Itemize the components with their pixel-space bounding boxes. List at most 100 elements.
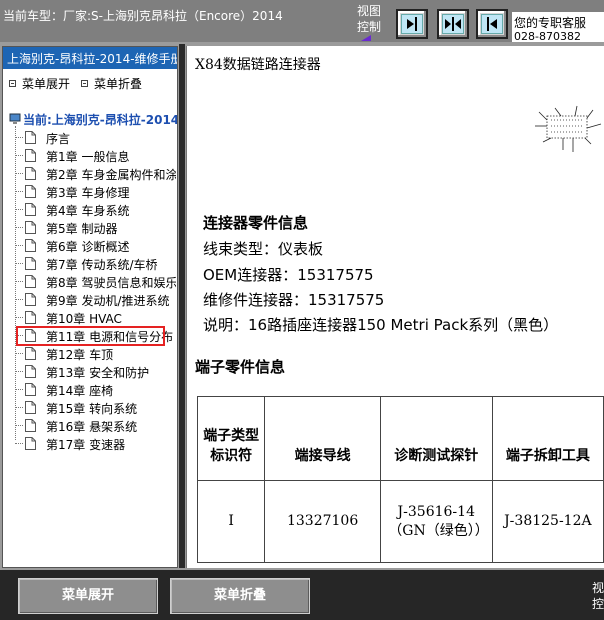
sidebar-item-label: 序言 [46, 132, 71, 146]
tree-connector [15, 371, 23, 372]
document-icon [25, 149, 36, 162]
menu-expand-button[interactable]: 菜单展开 [18, 578, 158, 614]
document-icon [25, 239, 36, 252]
customer-service-box: 您的专职客服 028-870382 [512, 12, 604, 42]
service-title: 您的专职客服 [514, 16, 587, 30]
tree-connector [15, 263, 23, 264]
service-phone: 028-870382 [514, 30, 581, 42]
collapse-box-icon [81, 80, 88, 87]
tree-connector [15, 425, 23, 426]
view-split-button[interactable] [437, 9, 469, 39]
sidebar-item-label: 第17章 变速器 [46, 438, 126, 452]
terminal-parts-heading: 端子零件信息 [195, 358, 286, 376]
tree-connector [15, 245, 23, 246]
bottom-view-control-line2: 控 [592, 597, 604, 611]
table-header-cell: 诊断测试探针 [379, 396, 493, 481]
top-bar: 当前车型：厂家:S-上海别克昂科拉（Encore）2014 视图 控制 您的专职… [0, 0, 604, 42]
view-left-panel-button[interactable] [476, 9, 508, 39]
sidebar: 上海别克-昂科拉-2014-维修手册 菜单展开 菜单折叠 当前:上海别克-昂科拉… [2, 46, 178, 568]
document-icon [25, 167, 36, 180]
connector-parts-heading: 连接器零件信息 [203, 214, 309, 232]
tree-connector [15, 389, 23, 390]
tree-connector [15, 227, 23, 228]
tree-connector [15, 317, 23, 318]
tree-connector [15, 353, 23, 354]
document-icon [25, 437, 36, 450]
document-icon [25, 419, 36, 432]
bottom-view-control-label[interactable]: 视 控 [592, 580, 604, 612]
sidebar-item-label: 第16章 悬架系统 [46, 420, 138, 434]
menu-collapse-label: 菜单折叠 [94, 77, 143, 91]
sidebar-item-label: 第3章 车身修理 [46, 186, 130, 200]
view-control-line2: 控制 [357, 20, 382, 34]
sidebar-item-label: 第9章 发动机/推进系统 [46, 294, 170, 308]
sidebar-item-label: 第10章 HVAC [46, 312, 122, 326]
tree-connector [15, 137, 23, 138]
sidebar-item-label: 第2章 车身金属构件和涂 [46, 168, 176, 182]
document-icon [25, 131, 36, 144]
arrow-left-icon [487, 17, 497, 31]
table-row: I 13327106 J-35616-14（GN（绿色）） J-38125-12… [196, 480, 604, 563]
expand-box-icon [9, 80, 16, 87]
document-icon [25, 347, 36, 360]
sidebar-item-label: 第8章 驾驶员信息和娱乐 [46, 276, 176, 290]
document-icon [25, 365, 36, 378]
tree-connector [15, 173, 23, 174]
oem-connector: OEM连接器：15317575 [203, 266, 374, 284]
sidebar-item-label: 第5章 制动器 [46, 222, 118, 236]
selected-item-highlight [16, 326, 165, 346]
terminal-parts-table: 端子类型标识符 端接导线 诊断测试探针 端子拆卸工具 I 13327106 J-… [196, 396, 604, 563]
tree-connector [15, 407, 23, 408]
sidebar-item-label: 第6章 诊断概述 [46, 240, 130, 254]
table-header-cell: 端子类型标识符 [196, 396, 266, 481]
table-cell: I [196, 480, 266, 563]
sidebar-header: 上海别克-昂科拉-2014-维修手册 [3, 47, 177, 69]
view-control-line1: 视图 [357, 4, 382, 18]
document-icon [25, 185, 36, 198]
tree-connector [15, 155, 23, 156]
view-control-arrow-icon [361, 35, 371, 41]
document-view: X84数据链路连接器 连接器零件信息 线束类型：仪表板 OEM连接器：15317… [186, 46, 604, 568]
tree-connector [15, 281, 23, 282]
current-vehicle-title: 当前车型：厂家:S-上海别克昂科拉（Encore）2014 [3, 9, 283, 23]
computer-icon [9, 113, 21, 124]
panel-splitter[interactable] [179, 44, 185, 568]
document-icon [25, 383, 36, 396]
sidebar-item-label: 第13章 安全和防护 [46, 366, 150, 380]
view-control-label[interactable]: 视图 控制 [357, 3, 387, 41]
tree-connector [15, 191, 23, 192]
arrows-center-icon [445, 17, 461, 31]
table-cell: J-35616-14（GN（绿色）） [379, 480, 493, 563]
tree-root-label: 当前:上海别克-昂科拉-2014- [23, 113, 178, 127]
sidebar-item-label: 第15章 转向系统 [46, 402, 138, 416]
bottom-bar: 菜单展开 菜单折叠 视 控 [0, 570, 604, 620]
table-header-cell: 端接导线 [264, 396, 381, 481]
connector-description: 说明：16路插座连接器150 Metri Pack系列（黑色） [203, 316, 559, 334]
sidebar-item-label: 第4章 车身系统 [46, 204, 130, 218]
document-icon [25, 311, 36, 324]
document-icon [25, 257, 36, 270]
menu-collapse-link[interactable]: 菜单折叠 [81, 75, 142, 92]
document-icon [25, 275, 36, 288]
table-header-cell: 端子拆卸工具 [491, 396, 604, 481]
table-header-row: 端子类型标识符 端接导线 诊断测试探针 端子拆卸工具 [196, 396, 604, 481]
service-connector: 维修件连接器：15317575 [203, 291, 385, 309]
table-cell-text: J-35616-14（GN（绿色）） [388, 503, 489, 539]
table-cell: J-38125-12A [491, 480, 604, 563]
tree-connector [15, 299, 23, 300]
tree-connector [15, 209, 23, 210]
menu-expand-link[interactable]: 菜单展开 [9, 75, 70, 92]
tree-root[interactable]: 当前:上海别克-昂科拉-2014- [9, 111, 178, 128]
document-icon [25, 293, 36, 306]
bottom-view-control-line1: 视 [592, 581, 604, 595]
document-icon [25, 203, 36, 216]
connector-diagram-image [535, 105, 602, 152]
harness-type: 线束类型：仪表板 [203, 240, 324, 258]
document-icon [25, 401, 36, 414]
view-right-panel-button[interactable] [396, 9, 428, 39]
arrow-right-icon [407, 17, 417, 31]
sidebar-item-label: 第14章 座椅 [46, 384, 114, 398]
document-icon [25, 221, 36, 234]
sidebar-item-label: 第1章 一般信息 [46, 150, 130, 164]
menu-collapse-button[interactable]: 菜单折叠 [170, 578, 310, 614]
